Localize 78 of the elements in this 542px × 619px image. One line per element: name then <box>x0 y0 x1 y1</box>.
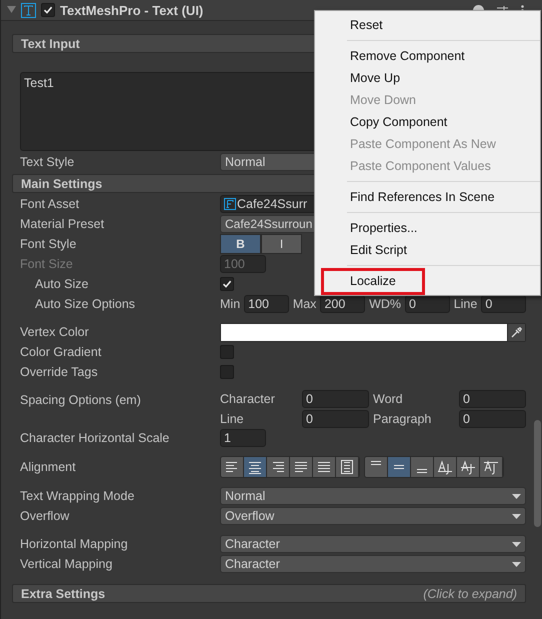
field-label: Alignment <box>19 460 77 474</box>
field-label: Line <box>220 412 245 426</box>
alignment-button[interactable] <box>290 457 313 477</box>
checkbox[interactable] <box>220 345 234 359</box>
field-label: Vertex Color <box>19 325 90 339</box>
field-label: Paragraph <box>373 412 432 426</box>
align-justified-icon <box>293 459 309 475</box>
number-field[interactable]: 0 <box>459 410 526 428</box>
field-label: Vertical Mapping <box>19 557 114 571</box>
field-label: Material Preset <box>19 217 106 231</box>
field-label: Font Asset <box>19 197 80 211</box>
alignment-button[interactable] <box>336 457 359 477</box>
field-label: Override Tags <box>19 365 99 379</box>
field-label: Max <box>292 297 316 311</box>
field-label: Font Size <box>19 257 74 271</box>
component-title: TextMeshPro - Text (UI) <box>60 2 204 18</box>
align-geometry-icon <box>339 459 355 475</box>
field-label: Min <box>220 297 240 311</box>
field-label: Horizontal Mapping <box>19 537 129 551</box>
alignment-button[interactable] <box>313 457 336 477</box>
collapse-arrow-icon[interactable] <box>7 6 16 14</box>
section-header[interactable]: Extra Settings (Click to expand) <box>12 584 526 603</box>
checkmark-icon <box>222 279 232 289</box>
field-label: Line <box>454 297 478 311</box>
alignment-button[interactable] <box>221 457 244 477</box>
alignment-button[interactable] <box>267 457 290 477</box>
align-top-icon <box>371 461 381 465</box>
number-field[interactable]: 0 <box>302 410 369 428</box>
field-label: Character <box>220 392 276 406</box>
field-label: Text Style <box>19 155 76 169</box>
caret-icon <box>512 562 521 566</box>
align-flush-icon <box>316 459 332 475</box>
alignment-button[interactable] <box>480 457 503 477</box>
alignment-button[interactable] <box>434 457 457 477</box>
field-label: Overflow <box>19 509 70 523</box>
alignment-button[interactable] <box>457 457 480 477</box>
dropdown[interactable]: Normal <box>220 487 526 505</box>
field-label: Auto Size Options <box>34 297 136 311</box>
dropdown[interactable]: Character <box>220 555 526 573</box>
caret-icon <box>512 494 521 498</box>
caret-icon <box>512 542 521 546</box>
field-label: Spacing Options (em) <box>19 392 142 409</box>
checkbox[interactable] <box>41 3 55 17</box>
number-field[interactable]: 0 <box>302 390 369 408</box>
font-style-toggle[interactable]: I <box>261 234 302 254</box>
scrollbar[interactable] <box>534 420 541 527</box>
text-component-icon <box>21 2 36 18</box>
align-midline-icon <box>460 459 476 475</box>
alignment-button[interactable] <box>411 457 434 477</box>
field-label: Font Style <box>19 237 78 251</box>
field-label: WD% <box>369 297 402 311</box>
align-center-icon <box>247 459 263 475</box>
align-right-icon <box>270 459 286 475</box>
align-bottom-icon <box>417 469 427 473</box>
font-style-toggle[interactable]: B <box>220 234 261 254</box>
align-capline-icon <box>483 459 499 475</box>
align-baseline-icon <box>437 459 453 475</box>
dropdown[interactable]: Character <box>220 535 526 553</box>
alignment-button[interactable] <box>365 457 388 477</box>
eyedropper-icon[interactable] <box>507 324 525 340</box>
align-middle-icon <box>394 465 404 469</box>
field-label: Word <box>373 392 404 406</box>
alignment-button[interactable] <box>244 457 267 477</box>
color-field[interactable] <box>220 322 526 342</box>
field-label: Auto Size <box>34 277 90 291</box>
menu-item[interactable]: Localize <box>321 268 425 294</box>
field-label: Character Horizontal Scale <box>19 431 170 445</box>
font-asset-icon <box>224 198 236 210</box>
align-left-icon <box>224 459 240 475</box>
field-label: Color Gradient <box>19 345 102 359</box>
checkmark-icon <box>43 5 53 15</box>
number-field[interactable]: 1 <box>220 429 266 447</box>
caret-icon <box>512 514 521 518</box>
dropdown[interactable]: Overflow <box>220 507 526 525</box>
alignment-button[interactable] <box>388 457 411 477</box>
field-label: Text Wrapping Mode <box>19 489 136 503</box>
number-field[interactable]: 0 <box>459 390 526 408</box>
checkbox[interactable] <box>220 365 234 379</box>
